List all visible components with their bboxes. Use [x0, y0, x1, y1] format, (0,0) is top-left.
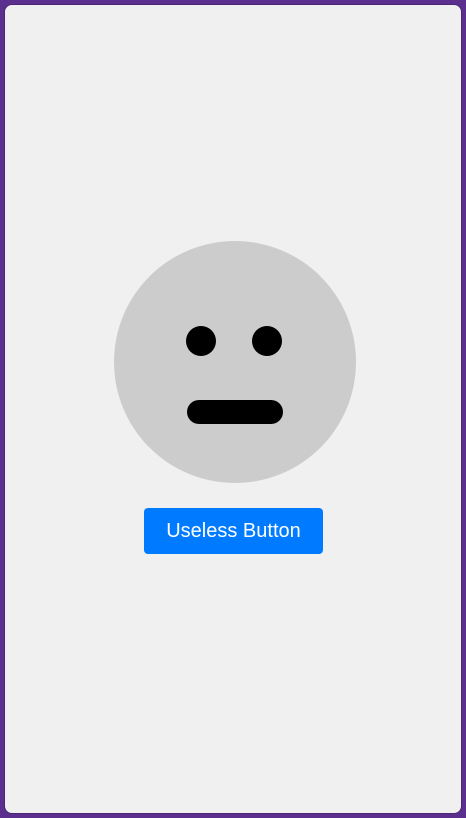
app-window: Useless Button [4, 4, 462, 814]
mouth [187, 400, 283, 424]
left-eye [186, 326, 216, 356]
neutral-face-icon [114, 241, 356, 483]
right-eye [252, 326, 282, 356]
useless-button[interactable]: Useless Button [144, 508, 323, 554]
